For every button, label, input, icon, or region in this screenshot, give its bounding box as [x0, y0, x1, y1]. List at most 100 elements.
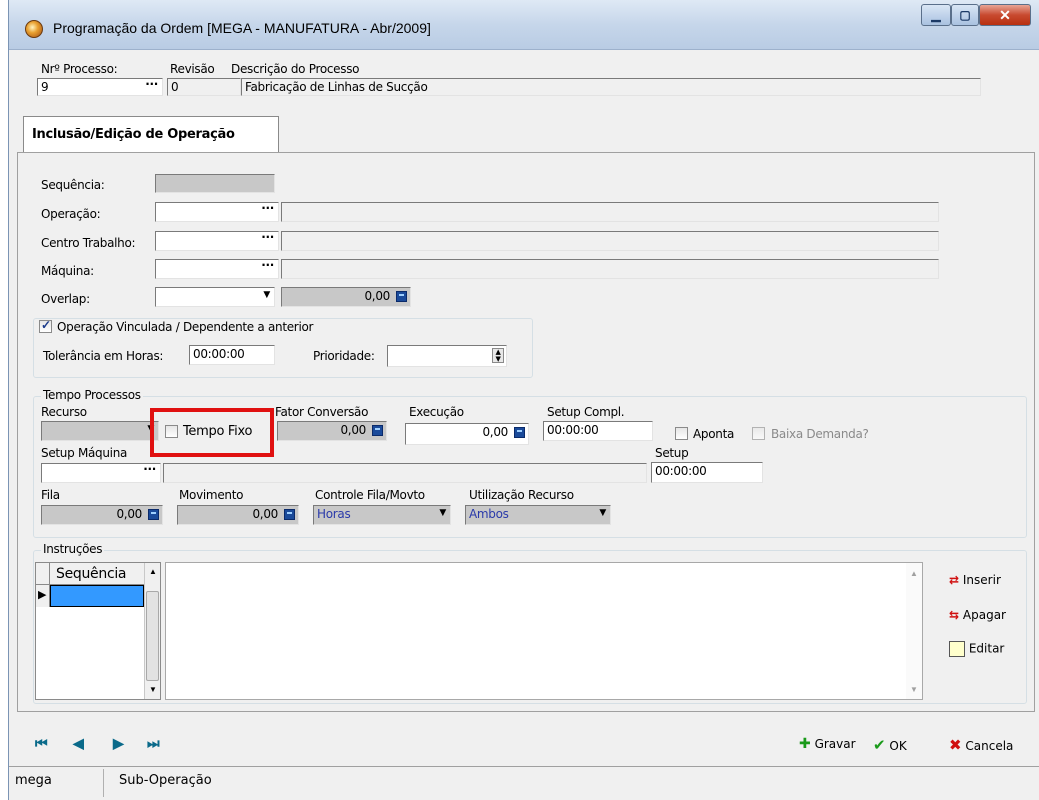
editar-button[interactable]: Editar [949, 641, 1004, 657]
revision-label: Revisão [170, 62, 215, 76]
centro-lookup-icon[interactable]: ··· [261, 232, 274, 244]
movimento-label: Movimento [179, 488, 244, 502]
editar-label: Editar [968, 641, 1005, 656]
tempo-fixo-label: Tempo Fixo [183, 424, 253, 439]
movimento-value: 0,00 [252, 507, 278, 521]
execucao-label: Execução [409, 405, 464, 419]
calculator-icon[interactable] [284, 509, 295, 520]
movimento-field[interactable]: 0,00 [177, 505, 299, 525]
prioridade-spinner[interactable]: ▲ ▼ [387, 345, 507, 367]
overlap-select[interactable]: ▼ [155, 287, 275, 307]
overlap-label: Overlap: [41, 292, 90, 306]
tolerancia-label: Tolerância em Horas: [43, 349, 164, 363]
sequencia-field[interactable] [155, 174, 275, 193]
memo-scrollbar[interactable]: ▲ ▼ [906, 563, 922, 699]
nav-last-button[interactable]: ⏭ [147, 735, 160, 752]
minimize-icon: ▁ [931, 8, 941, 22]
app-icon [25, 20, 43, 38]
spinner-icon[interactable]: ▲ ▼ [492, 348, 504, 363]
instrucoes-grid[interactable]: Sequência ▶ ▲ ▼ [35, 562, 161, 700]
process-lookup-icon[interactable]: ··· [145, 79, 158, 91]
fila-value: 0,00 [116, 507, 142, 521]
maquina-field[interactable]: ··· [155, 259, 279, 279]
utilizacao-value: Ambos [469, 507, 509, 521]
execucao-value: 0,00 [482, 425, 508, 439]
nav-next-button[interactable]: ▶ [113, 735, 124, 752]
grid-selected-cell[interactable] [50, 585, 144, 607]
tolerancia-field[interactable]: 00:00:00 [189, 345, 275, 365]
setup-compl-field[interactable]: 00:00:00 [543, 421, 653, 441]
tempo-processos-label: Tempo Processos [41, 388, 143, 402]
title-bar[interactable]: Programação da Ordem [MEGA - MANUFATURA … [9, 0, 1039, 50]
scroll-thumb[interactable] [146, 591, 159, 681]
execucao-field[interactable]: 0,00 [405, 423, 529, 445]
status-divider [103, 769, 104, 797]
tab-inclusao-edicao[interactable]: Inclusão/Edição de Operação [23, 116, 279, 153]
aponta-checkbox[interactable] [675, 427, 688, 440]
process-no-field[interactable]: 9 ··· [37, 78, 163, 96]
description-label: Descrição do Processo [231, 62, 360, 76]
instrucoes-label: Instruções [41, 542, 105, 556]
aponta-label: Aponta [693, 427, 735, 441]
calculator-icon[interactable] [514, 427, 525, 438]
scroll-up-icon[interactable]: ▲ [149, 567, 157, 576]
inserir-button[interactable]: ⇄ Inserir [949, 573, 1001, 587]
maquina-label: Máquina: [41, 264, 94, 278]
scroll-up-icon[interactable]: ▲ [910, 569, 918, 578]
check-icon: ✔ [873, 736, 886, 754]
apagar-button[interactable]: ⇆ Apagar [949, 608, 1006, 622]
gravar-button[interactable]: ✚ Gravar [799, 736, 856, 752]
main-window: Programação da Ordem [MEGA - MANUFATURA … [8, 0, 1039, 800]
fila-label: Fila [41, 488, 60, 502]
setup-maquina-field[interactable]: ··· [41, 463, 161, 483]
close-button[interactable]: ✕ [979, 4, 1031, 26]
grid-column-header-sequencia[interactable]: Sequência [56, 566, 127, 582]
cancela-label: Cancela [965, 739, 1014, 753]
edit-icon [949, 641, 965, 657]
controle-select[interactable]: Horas ▼ [313, 505, 451, 525]
scroll-down-icon[interactable]: ▼ [910, 685, 918, 694]
cancel-icon: ✖ [949, 736, 962, 754]
overlap-value-field[interactable]: 0,00 [281, 287, 411, 307]
ok-label: OK [889, 739, 907, 753]
utilizacao-select[interactable]: Ambos ▼ [465, 505, 611, 525]
utilizacao-label: Utilização Recurso [469, 488, 574, 502]
calculator-icon[interactable] [396, 291, 407, 302]
setup-maquina-lookup-icon[interactable]: ··· [143, 464, 156, 476]
grid-scrollbar[interactable]: ▲ ▼ [144, 563, 160, 699]
fator-label: Fator Conversão [275, 405, 369, 419]
fator-field[interactable]: 0,00 [277, 421, 387, 441]
centro-field[interactable]: ··· [155, 231, 279, 251]
first-record-icon: ⏮ [35, 735, 48, 751]
scroll-down-icon[interactable]: ▼ [149, 685, 157, 694]
baixa-demanda-checkbox[interactable] [752, 427, 765, 440]
maximize-button[interactable]: ▢ [951, 4, 979, 26]
instrucoes-memo[interactable]: ▲ ▼ [165, 562, 923, 700]
last-record-icon: ⏭ [147, 735, 160, 751]
maquina-desc-field [281, 259, 939, 279]
cancela-button[interactable]: ✖ Cancela [949, 736, 1013, 754]
process-no-label: Nrº Processo: [41, 62, 118, 76]
vinculada-checkbox[interactable] [39, 318, 52, 333]
insert-icon: ⇄ [949, 573, 960, 587]
ok-button[interactable]: ✔ OK [873, 736, 907, 754]
grid-header: Sequência [36, 563, 144, 585]
status-context: Sub-Operação [119, 773, 212, 788]
setup-maquina-label: Setup Máquina [41, 446, 128, 460]
status-user: mega [15, 773, 52, 788]
setup-field[interactable]: 00:00:00 [651, 462, 763, 483]
calculator-icon[interactable] [372, 425, 383, 436]
operacao-lookup-icon[interactable]: ··· [261, 203, 274, 215]
minimize-button[interactable]: ▁ [921, 4, 951, 26]
nav-prev-button[interactable]: ◀ [73, 735, 84, 752]
calculator-icon[interactable] [148, 509, 159, 520]
fila-field[interactable]: 0,00 [41, 505, 163, 525]
setup-compl-label: Setup Compl. [547, 405, 625, 419]
operacao-field[interactable]: ··· [155, 202, 279, 222]
tempo-fixo-checkbox[interactable] [165, 425, 178, 438]
recurso-select[interactable]: ▼ [41, 421, 159, 441]
chevron-down-icon: ▼ [263, 290, 270, 300]
nav-first-button[interactable]: ⏮ [35, 735, 48, 752]
revision-field: 0 [167, 78, 241, 96]
maquina-lookup-icon[interactable]: ··· [261, 260, 274, 272]
